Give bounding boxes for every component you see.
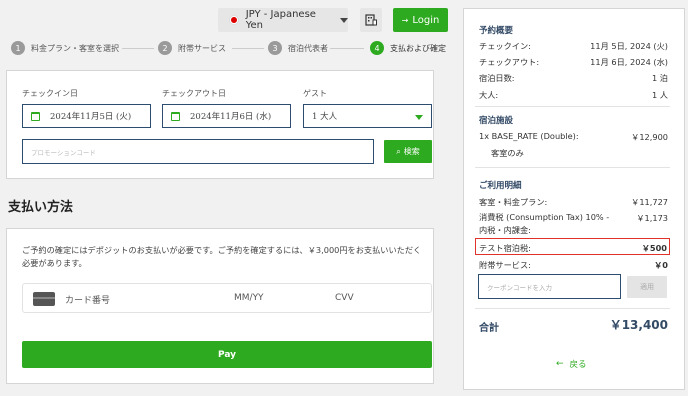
extras-label: 附帯サービス: [479, 260, 531, 270]
currency-selector[interactable]: JPY - Japanese Yen [218, 8, 348, 32]
back-label: 戻る [569, 360, 587, 370]
checkin-date-field[interactable]: 2024年11月5日 (火) [22, 104, 151, 128]
step-label: 支払および確定 [390, 43, 446, 53]
guest-value: 1 大人 [312, 112, 338, 122]
room-charge-label: 客室・料金プラン: [479, 197, 548, 207]
calendar-icon [31, 111, 40, 121]
pay-button[interactable]: Pay [22, 341, 432, 368]
calendar-icon [171, 111, 180, 121]
adults-row-value: 1 人 [652, 90, 668, 100]
chevron-down-icon [415, 115, 423, 120]
card-expiry-field[interactable]: MM/YY [234, 293, 264, 303]
divider [475, 106, 670, 107]
checkout-date-field[interactable]: 2024年11月6日 (水) [162, 104, 291, 128]
step-number: 3 [268, 41, 282, 55]
step-label: 料金プラン・客室を選択 [31, 43, 119, 53]
guest-select[interactable]: 1 大人 [303, 104, 432, 128]
tax-label: 消費税 (Consumption Tax) 10% - 内税・内課金: [479, 212, 610, 235]
checkin-row-label: チェックイン: [479, 41, 531, 51]
step-1: 1 料金プラン・客室を選択 [11, 40, 119, 56]
step-4: 4 支払および確定 [370, 40, 446, 56]
hotel-info-button[interactable] [360, 8, 382, 32]
step-2: 2 附帯サービス [158, 40, 226, 56]
card-number-field[interactable]: カード番号 [65, 293, 110, 306]
extras-value: ￥0 [654, 260, 668, 270]
step-number: 2 [158, 41, 172, 55]
japan-flag-icon [230, 16, 238, 24]
divider [475, 308, 670, 309]
coupon-apply-button[interactable]: 適用 [627, 276, 667, 298]
promo-code-input[interactable]: プロモーションコード [22, 139, 374, 164]
search-button-label: 検索 [403, 147, 420, 156]
step-label: 宿泊代表者 [288, 43, 328, 53]
step-divider [232, 48, 264, 49]
total-value: ￥13,400 [609, 318, 668, 332]
checkin-value: 2024年11月5日 (火) [50, 112, 132, 122]
lodging-tax-value: ￥500 [641, 243, 667, 253]
login-label: Login [412, 14, 440, 26]
room-charge-value: ￥11,727 [631, 197, 668, 207]
currency-label: JPY - Japanese Yen [245, 9, 316, 31]
checkin-label: チェックイン日 [22, 89, 78, 98]
building-icon [365, 14, 377, 26]
divider [475, 167, 670, 168]
search-icon: ⌕ [396, 146, 401, 156]
lodging-tax-label: テスト宿泊税: [479, 243, 531, 253]
coupon-code-input[interactable]: クーポンコードを入力 [478, 274, 621, 299]
checkout-label: チェックアウト日 [162, 89, 226, 98]
room-value: ￥12,900 [631, 132, 668, 142]
nights-row-label: 宿泊日数: [479, 73, 515, 83]
card-input-row[interactable]: カード番号 MM/YY CVV [22, 283, 432, 313]
step-label: 附帯サービス [178, 43, 226, 53]
chevron-down-icon [340, 17, 348, 23]
payment-method-title: 支払い方法 [8, 200, 74, 215]
checkout-value: 2024年11月6日 (水) [190, 112, 272, 122]
facility-title: 宿泊施設 [479, 116, 514, 126]
deposit-notice: ご予約の確定にはデポジットのお支払いが必要です。ご予約を確定するには、￥3,00… [22, 245, 422, 268]
total-label: 合計 [479, 323, 499, 334]
details-title: ご利用明細 [479, 181, 522, 191]
arrow-left-icon: ← [556, 359, 564, 369]
guest-label: ゲスト [303, 89, 327, 98]
step-divider [122, 48, 154, 49]
card-cvv-field[interactable]: CVV [335, 293, 354, 303]
login-icon: → [401, 15, 409, 25]
login-button[interactable]: → Login [393, 8, 448, 32]
checkin-row-value: 11月 5日, 2024 (火) [590, 41, 668, 51]
adults-row-label: 大人: [479, 90, 499, 100]
search-button[interactable]: ⌕ 検索 [384, 140, 432, 163]
checkout-row-value: 11月 6日, 2024 (水) [590, 57, 668, 67]
checkout-row-label: チェックアウト: [479, 57, 540, 67]
step-number: 4 [370, 41, 384, 55]
credit-card-icon [33, 292, 55, 306]
summary-title: 予約概要 [479, 26, 514, 36]
back-link[interactable]: ← 戻る [556, 358, 587, 370]
step-divider [330, 48, 364, 49]
tax-value: ￥1,173 [636, 213, 668, 223]
nights-row-value: 1 泊 [652, 73, 668, 83]
step-number: 1 [11, 41, 25, 55]
room-note: 客室のみ [491, 148, 524, 158]
room-label: 1x BASE_RATE (Double): [479, 131, 579, 141]
step-3: 3 宿泊代表者 [268, 40, 328, 56]
